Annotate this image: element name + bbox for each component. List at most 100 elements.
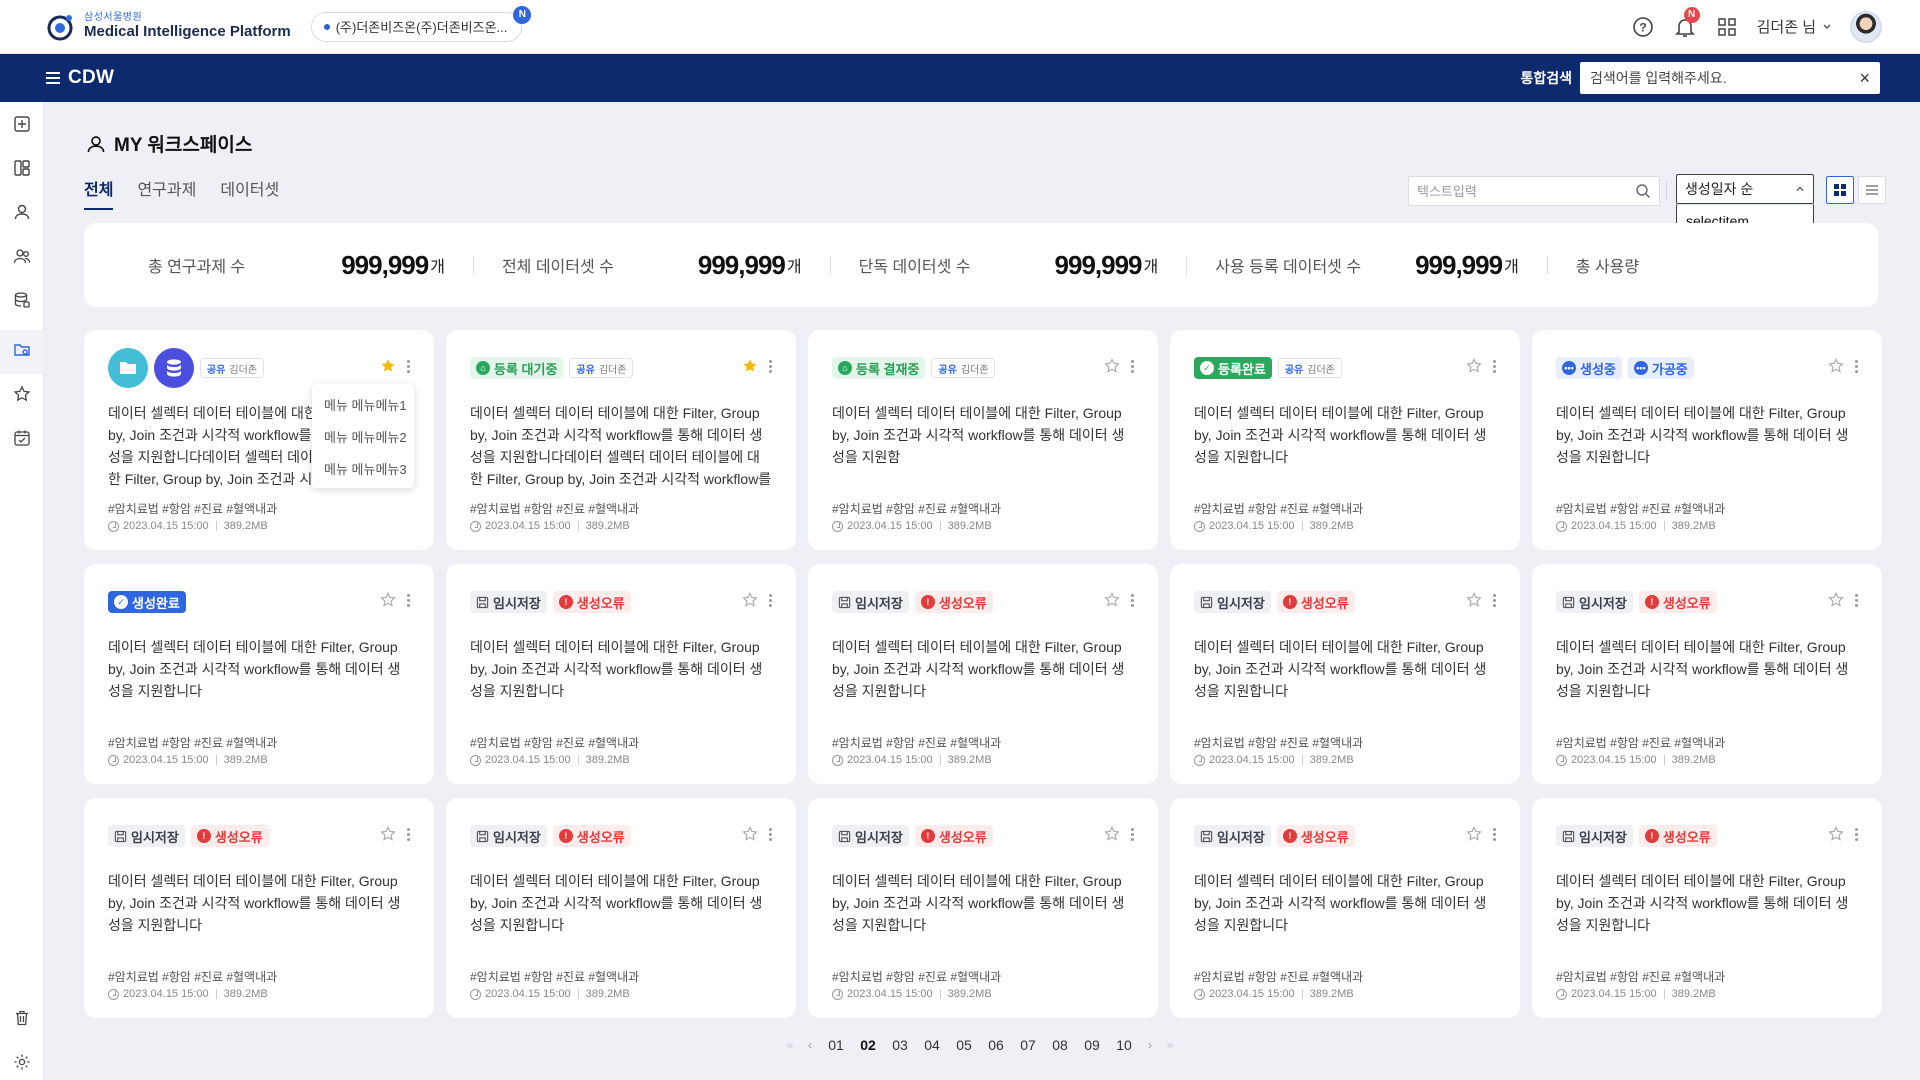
- workspace-card[interactable]: 임시저장! 생성오류 데이터 셀렉터 데이터 테이블에 대한 Filter, Gro…: [1170, 798, 1520, 1018]
- settings-icon[interactable]: [12, 1052, 32, 1072]
- more-options-icon[interactable]: [769, 594, 772, 607]
- first-page-icon[interactable]: «: [780, 1038, 800, 1052]
- page-number[interactable]: 02: [852, 1037, 884, 1053]
- tab-all[interactable]: 전체: [84, 176, 114, 210]
- org-selector[interactable]: (주)더존비즈온(주)더존비즈온... N: [310, 5, 532, 42]
- more-options-icon[interactable]: [1493, 360, 1496, 373]
- logo[interactable]: 삼성서울병원 Medical Intelligence Platform: [44, 11, 291, 43]
- more-options-icon[interactable]: [407, 828, 410, 841]
- star-icon[interactable]: [380, 825, 396, 847]
- workspace-card[interactable]: ✓ 생성완료 데이터 셀렉터 데이터 테이블에 대한 Filter, Group b…: [84, 564, 434, 784]
- workspace-card[interactable]: 임시저장! 생성오류 데이터 셀렉터 데이터 테이블에 대한 Filter, Gro…: [84, 798, 434, 1018]
- card-date: 2023.04.15 15:00: [847, 520, 933, 532]
- more-options-icon[interactable]: [1855, 828, 1858, 841]
- more-options-icon[interactable]: [1131, 828, 1134, 841]
- grid-view-icon[interactable]: [1826, 176, 1854, 204]
- star-icon[interactable]: [1466, 825, 1482, 847]
- card-header: 임시저장! 생성오류: [1194, 584, 1498, 620]
- workspace-card[interactable]: ⌂ 등록 대기중 공유 김더존 데이터 셀렉터 데이터 테이블에 대한 Filter, …: [446, 330, 796, 550]
- tab-datasets[interactable]: 데이터셋: [220, 176, 279, 210]
- add-box-icon[interactable]: [12, 114, 32, 134]
- page-number[interactable]: 04: [916, 1037, 948, 1053]
- more-options-icon[interactable]: [407, 594, 410, 607]
- more-options-icon[interactable]: [407, 360, 410, 373]
- next-page-icon[interactable]: ›: [1140, 1038, 1160, 1052]
- more-options-icon[interactable]: [1131, 360, 1134, 373]
- workspace-card[interactable]: 임시저장! 생성오류 데이터 셀렉터 데이터 테이블에 대한 Filter, Gro…: [808, 798, 1158, 1018]
- workspace-card[interactable]: 임시저장! 생성오류 데이터 셀렉터 데이터 테이블에 대한 Filter, Gro…: [1532, 564, 1882, 784]
- workspace-card[interactable]: 임시저장! 생성오류 데이터 셀렉터 데이터 테이블에 대한 Filter, Gro…: [446, 798, 796, 1018]
- page-number[interactable]: 09: [1076, 1037, 1108, 1053]
- star-icon[interactable]: [742, 825, 758, 847]
- list-view-icon[interactable]: [1858, 176, 1886, 204]
- help-icon[interactable]: ?: [1631, 15, 1655, 39]
- more-options-icon[interactable]: [769, 828, 772, 841]
- card-date: 2023.04.15 15:00: [485, 520, 571, 532]
- more-options-icon[interactable]: [1855, 594, 1858, 607]
- star-icon[interactable]: [1828, 825, 1844, 847]
- star-icon[interactable]: [1828, 591, 1844, 613]
- context-menu-item[interactable]: 메뉴 메뉴메뉴2: [312, 420, 414, 452]
- stat-unit: 개: [1143, 259, 1159, 276]
- workspace-card[interactable]: ✓ 등록완료 공유 김더존 데이터 셀렉터 데이터 테이블에 대한 Filter, Gr…: [1170, 330, 1520, 550]
- star-icon[interactable]: [1104, 825, 1120, 847]
- page-number[interactable]: 01: [820, 1037, 852, 1053]
- menu-icon[interactable]: [46, 72, 60, 84]
- more-options-icon[interactable]: [1131, 594, 1134, 607]
- database-icon[interactable]: [12, 290, 32, 310]
- star-icon[interactable]: [1104, 357, 1120, 379]
- calendar-check-icon[interactable]: [12, 428, 32, 448]
- more-options-icon[interactable]: [1493, 828, 1496, 841]
- sort-select[interactable]: 생성일자 순: [1676, 174, 1814, 204]
- last-page-icon[interactable]: »: [1160, 1038, 1180, 1052]
- star-icon[interactable]: [742, 591, 758, 613]
- more-options-icon[interactable]: [769, 360, 772, 373]
- star-icon[interactable]: [1828, 357, 1844, 379]
- clock-icon: [108, 520, 119, 532]
- prev-page-icon[interactable]: ‹: [800, 1038, 820, 1052]
- tab-projects[interactable]: 연구과제: [137, 176, 196, 210]
- folder-search-icon[interactable]: [12, 340, 32, 360]
- group-icon[interactable]: [12, 246, 32, 266]
- workspace-card[interactable]: 임시저장! 생성오류 데이터 셀렉터 데이터 테이블에 대한 Filter, Gro…: [808, 564, 1158, 784]
- user-menu[interactable]: 김더존 님: [1757, 16, 1832, 37]
- trash-icon[interactable]: [12, 1008, 32, 1028]
- star-icon[interactable]: [1466, 357, 1482, 379]
- more-options-icon[interactable]: [1855, 360, 1858, 373]
- search-icon[interactable]: [1635, 183, 1651, 199]
- dashboard-icon[interactable]: [12, 158, 32, 178]
- page-number[interactable]: 05: [948, 1037, 980, 1053]
- star-icon[interactable]: [1466, 591, 1482, 613]
- card-tags: #암치료법 #항암 #진료 #혈액내과: [832, 970, 1002, 984]
- star-icon[interactable]: [1104, 591, 1120, 613]
- star-icon[interactable]: [12, 384, 32, 404]
- workspace-card[interactable]: 임시저장! 생성오류 데이터 셀렉터 데이터 테이블에 대한 Filter, Gro…: [1532, 798, 1882, 1018]
- avatar[interactable]: [1850, 10, 1882, 43]
- workspace-card[interactable]: 임시저장! 생성오류 데이터 셀렉터 데이터 테이블에 대한 Filter, Gro…: [1170, 564, 1520, 784]
- page-number[interactable]: 03: [884, 1037, 916, 1053]
- person-icon[interactable]: [12, 202, 32, 222]
- global-search-input[interactable]: [1590, 70, 1860, 86]
- star-icon[interactable]: [742, 358, 758, 379]
- page-number[interactable]: 10: [1108, 1037, 1140, 1053]
- workspace-card[interactable]: ••• 생성중 ••• 가공중 데이터 셀렉터 데이터 테이블에 대한 Filter, …: [1532, 330, 1882, 550]
- clock-icon: [1194, 520, 1205, 532]
- card-description: 데이터 셀렉터 데이터 테이블에 대한 Filter, Group by, Jo…: [1556, 639, 1849, 699]
- context-menu-item[interactable]: 메뉴 메뉴메뉴3: [312, 452, 414, 484]
- close-icon[interactable]: ×: [1859, 69, 1870, 87]
- apps-grid-icon[interactable]: [1715, 15, 1739, 39]
- page-number[interactable]: 06: [980, 1037, 1012, 1053]
- page-number[interactable]: 08: [1044, 1037, 1076, 1053]
- page-number[interactable]: 07: [1012, 1037, 1044, 1053]
- context-menu-item[interactable]: 메뉴 메뉴메뉴1: [312, 388, 414, 420]
- workspace-card[interactable]: 임시저장! 생성오류 데이터 셀렉터 데이터 테이블에 대한 Filter, Gro…: [446, 564, 796, 784]
- status-badge: ⌂ 등록 대기중: [470, 357, 564, 379]
- bell-icon[interactable]: N: [1673, 6, 1700, 39]
- more-options-icon[interactable]: [1493, 594, 1496, 607]
- workspace-card[interactable]: 공유김더존데이터 셀렉터 데이터 테이블에 대한 Filter, Group b…: [84, 330, 434, 550]
- workspace-card[interactable]: ⌂ 등록 결재중 공유 김더존 데이터 셀렉터 데이터 테이블에 대한 Filter, …: [808, 330, 1158, 550]
- workspace-search-input[interactable]: [1417, 183, 1635, 199]
- star-icon[interactable]: [380, 591, 396, 613]
- star-icon[interactable]: [380, 358, 396, 379]
- stat-total-datasets: 전체 데이터셋 수 999,999 개: [502, 250, 802, 281]
